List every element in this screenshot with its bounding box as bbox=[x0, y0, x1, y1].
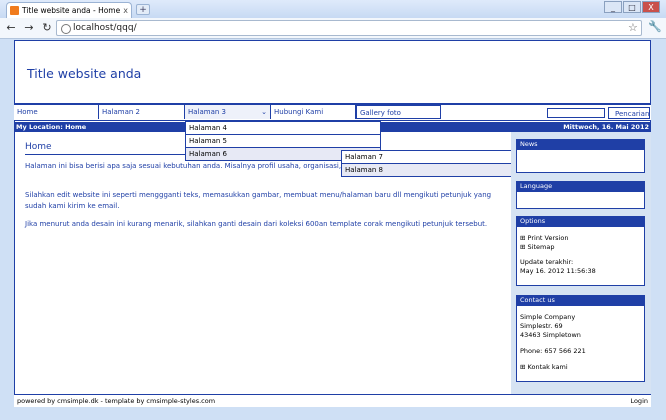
sitemap-label: Sitemap bbox=[527, 243, 555, 251]
menu-item-halaman-3[interactable]: Halaman 3 ⌄ bbox=[185, 105, 271, 119]
login-link[interactable]: Login bbox=[630, 395, 648, 407]
reload-icon[interactable]: ↻ bbox=[40, 21, 54, 35]
dropdown-item-halaman-4[interactable]: Halaman 4 bbox=[185, 121, 381, 135]
site-title: Title website anda bbox=[27, 66, 142, 81]
print-version-label: Print Version bbox=[527, 234, 569, 242]
footer-credits: powered by cmsimple.dk - template by cms… bbox=[17, 397, 216, 405]
menu-item-label: Halaman 3 bbox=[188, 108, 227, 116]
news-box bbox=[516, 149, 645, 173]
dropdown-item-halaman-7[interactable]: Halaman 7 bbox=[341, 150, 538, 164]
date-text: Mittwoch, 16. Mai 2012 bbox=[563, 123, 649, 131]
new-tab-button[interactable]: + bbox=[136, 4, 150, 15]
company-name: Simple Company bbox=[520, 313, 576, 321]
company-phone: Phone: 657 566 221 bbox=[520, 347, 586, 355]
menu-item-halaman-2[interactable]: Halaman 2 bbox=[99, 105, 185, 119]
back-arrow-icon[interactable]: ← bbox=[4, 21, 18, 35]
minimize-button[interactable]: _ bbox=[604, 1, 622, 13]
contact-heading: Contact us bbox=[516, 295, 645, 305]
arrow-right-icon: ⊞ bbox=[520, 363, 526, 371]
company-city: 43463 Simpletown bbox=[520, 331, 581, 339]
forward-arrow-icon[interactable]: → bbox=[22, 21, 36, 35]
wrench-icon[interactable]: 🔧 bbox=[648, 20, 662, 33]
content-paragraph-3: Jika menurut anda desain ini kurang mena… bbox=[25, 220, 488, 228]
contact-link-label: Kontak kami bbox=[527, 363, 568, 371]
content-paragraph-2: Silahkan edit website ini seperti menggg… bbox=[25, 191, 492, 210]
search-button[interactable]: Pencarian bbox=[608, 107, 650, 119]
chevron-down-icon: ⌄ bbox=[261, 108, 267, 116]
sitemap-link[interactable]: ⊞ Sitemap bbox=[520, 243, 554, 252]
browser-tab[interactable]: Title website anda - Home x bbox=[6, 2, 132, 18]
maximize-button[interactable]: □ bbox=[623, 1, 641, 13]
tab-close-icon[interactable]: x bbox=[123, 3, 128, 18]
update-value: May 16. 2012 11:56:38 bbox=[520, 267, 596, 275]
options-heading: Options bbox=[516, 216, 645, 226]
search-input[interactable] bbox=[547, 108, 605, 118]
address-bar[interactable]: localhost/qqq/ bbox=[56, 20, 642, 36]
favicon-icon bbox=[10, 6, 19, 15]
dropdown-item-halaman-5[interactable]: Halaman 5 bbox=[185, 134, 381, 148]
arrow-right-icon: ⊞ bbox=[520, 234, 526, 242]
location-text: My Location: Home bbox=[16, 123, 87, 131]
arrow-right-icon: ⊞ bbox=[520, 243, 526, 251]
print-version-link[interactable]: ⊞ Print Version bbox=[520, 234, 568, 243]
language-heading: Language bbox=[516, 181, 645, 191]
page-heading: Home bbox=[25, 142, 52, 152]
menu-item-gallery-foto[interactable]: Gallery foto bbox=[356, 105, 441, 119]
bookmark-star-icon[interactable]: ☆ bbox=[628, 21, 638, 34]
update-label: Update terakhir: bbox=[520, 258, 574, 266]
company-street: Simplestr. 69 bbox=[520, 322, 563, 330]
footer: powered by cmsimple.dk - template by cms… bbox=[14, 394, 651, 407]
contact-link[interactable]: ⊞ Kontak kami bbox=[520, 363, 568, 372]
menu-item-hubungi-kami[interactable]: Hubungi Kami bbox=[271, 105, 356, 119]
news-heading: News bbox=[516, 139, 645, 149]
url-text: localhost/qqq/ bbox=[73, 23, 137, 33]
globe-icon bbox=[61, 24, 71, 34]
menu-item-home[interactable]: Home bbox=[14, 105, 99, 119]
close-window-button[interactable]: X bbox=[642, 1, 660, 13]
tab-title: Title website anda - Home bbox=[22, 6, 121, 15]
dropdown-item-halaman-8[interactable]: Halaman 8 bbox=[341, 163, 538, 177]
language-box bbox=[516, 191, 645, 209]
